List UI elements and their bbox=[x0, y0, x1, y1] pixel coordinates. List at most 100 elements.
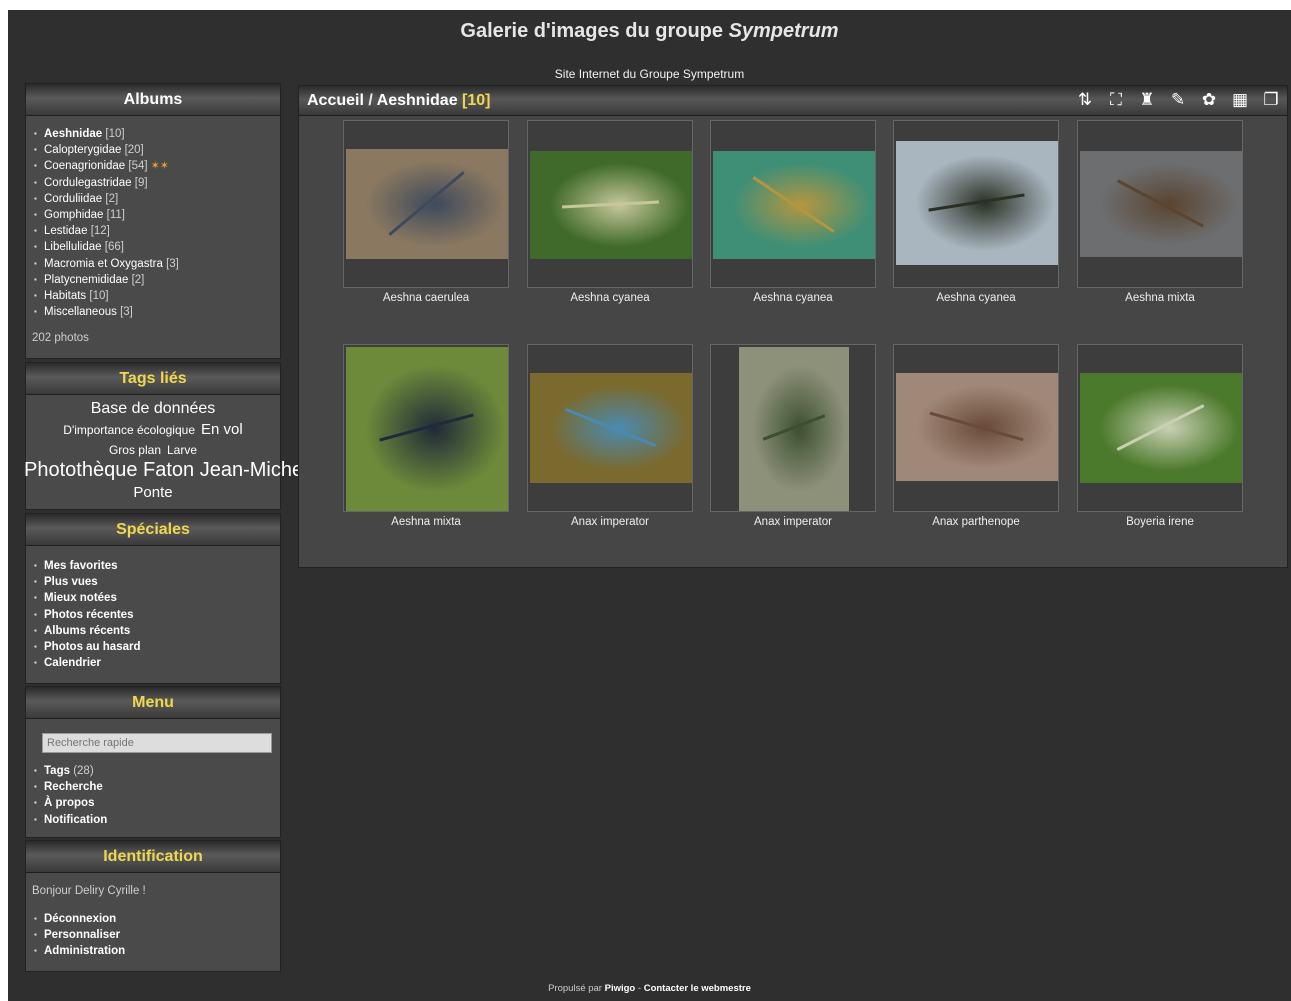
dragonfly-shape bbox=[762, 413, 826, 441]
thumbnail-image[interactable] bbox=[1080, 373, 1242, 483]
special-calendar[interactable]: Calendrier bbox=[32, 655, 274, 671]
photo-thumbnail[interactable]: Aeshna cyanea bbox=[710, 120, 876, 304]
thumbnail-caption[interactable]: Aeshna caerulea bbox=[343, 292, 509, 304]
breadcrumb-home[interactable]: Accueil bbox=[307, 92, 364, 109]
thumbnail-caption[interactable]: Aeshna mixta bbox=[343, 516, 509, 528]
thumbnail-image[interactable] bbox=[530, 373, 692, 483]
special-favorites[interactable]: Mes favorites bbox=[32, 558, 274, 574]
dragonfly-shape bbox=[1117, 179, 1205, 228]
thumbnail-frame bbox=[893, 120, 1059, 288]
special-random[interactable]: Photos au hasard bbox=[32, 639, 274, 655]
calendar-icon[interactable]: ▦ bbox=[1228, 89, 1252, 111]
tag-phototheque[interactable]: Photothèque Faton Jean-Michel bbox=[24, 460, 308, 480]
dragonfly-shape bbox=[562, 200, 660, 209]
customize-link[interactable]: Personnaliser bbox=[32, 927, 274, 943]
thumbnail-caption[interactable]: Anax imperator bbox=[710, 516, 876, 528]
photo-thumbnail[interactable]: Anax imperator bbox=[527, 344, 693, 528]
contact-webmaster-link[interactable]: Contacter le webmestre bbox=[644, 983, 751, 994]
favorites-icon[interactable]: ✿ bbox=[1197, 89, 1221, 111]
thumbnail-image[interactable] bbox=[530, 151, 692, 259]
piwigo-link[interactable]: Piwigo bbox=[605, 983, 636, 994]
tag-base-de-donnees[interactable]: Base de données bbox=[91, 399, 216, 418]
dragonfly-shape bbox=[752, 175, 836, 233]
album-item-corduliidae[interactable]: Corduliidae [2] bbox=[32, 191, 274, 207]
photo-thumbnail[interactable]: Boyeria irene bbox=[1077, 344, 1243, 528]
page-frame: Galerie d'images du groupe Sympetrum Sit… bbox=[8, 10, 1291, 1001]
thumbnail-caption[interactable]: Aeshna cyanea bbox=[527, 292, 693, 304]
thumbnail-caption[interactable]: Anax imperator bbox=[527, 516, 693, 528]
thumbnail-frame bbox=[893, 344, 1059, 512]
logout-link[interactable]: Déconnexion bbox=[32, 911, 274, 927]
breadcrumb-album[interactable]: Aeshnidae bbox=[377, 92, 458, 109]
special-best-rated[interactable]: Mieux notées bbox=[32, 590, 274, 606]
map-icon[interactable]: ✎ bbox=[1166, 89, 1190, 111]
album-content: Accueil / Aeshnidae [10] ⇅ ⛶ ♜ ✎ ✿ ▦ ❐ A… bbox=[298, 85, 1288, 568]
special-most-viewed[interactable]: Plus vues bbox=[32, 574, 274, 590]
special-recent-albums[interactable]: Albums récents bbox=[32, 623, 274, 639]
menu-about[interactable]: À propos bbox=[32, 795, 274, 811]
thumbnail-caption[interactable]: Aeshna cyanea bbox=[710, 292, 876, 304]
thumbnail-image[interactable] bbox=[1080, 151, 1242, 257]
content-header: Accueil / Aeshnidae [10] ⇅ ⛶ ♜ ✎ ✿ ▦ ❐ bbox=[299, 86, 1287, 116]
album-item-coenagrionidae[interactable]: Coenagrionidae [54]✶✶ bbox=[32, 158, 274, 174]
photo-count: [10] bbox=[462, 92, 491, 109]
tag-ponte[interactable]: Ponte bbox=[133, 483, 172, 502]
thumbnail-frame bbox=[343, 344, 509, 512]
album-item-miscellaneous[interactable]: Miscellaneous [3] bbox=[32, 304, 274, 320]
photo-thumbnail[interactable]: Anax parthenope bbox=[893, 344, 1059, 528]
specials-box: Spéciales Mes favorites Plus vues Mieux … bbox=[25, 513, 281, 684]
breadcrumb: Accueil / Aeshnidae [10] bbox=[307, 92, 491, 109]
dragonfly-shape bbox=[928, 192, 1026, 212]
site-subtitle[interactable]: Site Internet du Groupe Sympetrum bbox=[8, 67, 1291, 81]
album-item-aeshnidae[interactable]: Aeshnidae [10] bbox=[32, 126, 274, 142]
thumbnail-image[interactable] bbox=[346, 149, 508, 259]
menu-search[interactable]: Recherche bbox=[32, 779, 274, 795]
album-item-lestidae[interactable]: Lestidae [12] bbox=[32, 223, 274, 239]
tag-larve[interactable]: Larve bbox=[167, 441, 197, 460]
slideshow-icon[interactable]: ⛶ bbox=[1104, 89, 1128, 111]
dragonfly-shape bbox=[565, 407, 657, 447]
album-item-gomphidae[interactable]: Gomphidae [11] bbox=[32, 207, 274, 223]
toolbar: ⇅ ⛶ ♜ ✎ ✿ ▦ ❐ bbox=[1073, 89, 1283, 111]
sort-order-icon[interactable]: ⇅ bbox=[1073, 89, 1097, 111]
caddie-icon[interactable]: ♜ bbox=[1135, 89, 1159, 111]
photo-thumbnail[interactable]: Anax imperator bbox=[710, 344, 876, 528]
thumbnail-caption[interactable]: Aeshna cyanea bbox=[893, 292, 1059, 304]
thumbnail-frame bbox=[710, 344, 876, 512]
thumbnail-image[interactable] bbox=[739, 347, 849, 511]
admin-link[interactable]: Administration bbox=[32, 943, 274, 959]
photo-thumbnail[interactable]: Aeshna mixta bbox=[343, 344, 509, 528]
photo-thumbnail[interactable]: Aeshna mixta bbox=[1077, 120, 1243, 304]
quick-search-input[interactable] bbox=[42, 733, 272, 753]
album-item-calopterygidae[interactable]: Calopterygidae [20] bbox=[32, 142, 274, 158]
thumbnail-caption[interactable]: Anax parthenope bbox=[893, 516, 1059, 528]
album-item-macromia[interactable]: Macromia et Oxygastra [3] bbox=[32, 256, 274, 272]
menu-title: Menu bbox=[26, 687, 280, 719]
photo-thumbnail[interactable]: Aeshna caerulea bbox=[343, 120, 509, 304]
album-item-habitats[interactable]: Habitats [10] bbox=[32, 288, 274, 304]
menu-notification[interactable]: Notification bbox=[32, 812, 274, 828]
identification-box: Identification Bonjour Deliry Cyrille ! … bbox=[25, 840, 281, 972]
display-mode-icon[interactable]: ❐ bbox=[1259, 89, 1283, 111]
tag-importance-ecologique[interactable]: D'importance écologique bbox=[63, 421, 195, 440]
thumbnail-image[interactable] bbox=[896, 373, 1058, 481]
thumbnail-image[interactable] bbox=[896, 141, 1058, 265]
thumbnail-image[interactable] bbox=[346, 347, 508, 511]
greeting: Bonjour Deliry Cyrille ! bbox=[32, 885, 146, 897]
photo-thumbnail[interactable]: Aeshna cyanea bbox=[893, 120, 1059, 304]
tag-gros-plan[interactable]: Gros plan bbox=[109, 441, 161, 460]
thumbnail-frame bbox=[1077, 344, 1243, 512]
album-item-libellulidae[interactable]: Libellulidae [66] bbox=[32, 239, 274, 255]
thumbnail-caption[interactable]: Boyeria irene bbox=[1077, 516, 1243, 528]
thumbnail-frame bbox=[710, 120, 876, 288]
photo-thumbnail[interactable]: Aeshna cyanea bbox=[527, 120, 693, 304]
thumbnail-image[interactable] bbox=[713, 151, 875, 259]
album-item-cordulegastridae[interactable]: Cordulegastridae [9] bbox=[32, 175, 274, 191]
menu-tags[interactable]: Tags (28) bbox=[32, 763, 274, 779]
album-item-platycnemididae[interactable]: Platycnemididae [2] bbox=[32, 272, 274, 288]
thumbnail-frame bbox=[343, 120, 509, 288]
albums-box: Albums Aeshnidae [10] Calopterygidae [20… bbox=[25, 83, 281, 359]
special-recent-photos[interactable]: Photos récentes bbox=[32, 607, 274, 623]
tag-en-vol[interactable]: En vol bbox=[201, 420, 243, 439]
thumbnail-caption[interactable]: Aeshna mixta bbox=[1077, 292, 1243, 304]
